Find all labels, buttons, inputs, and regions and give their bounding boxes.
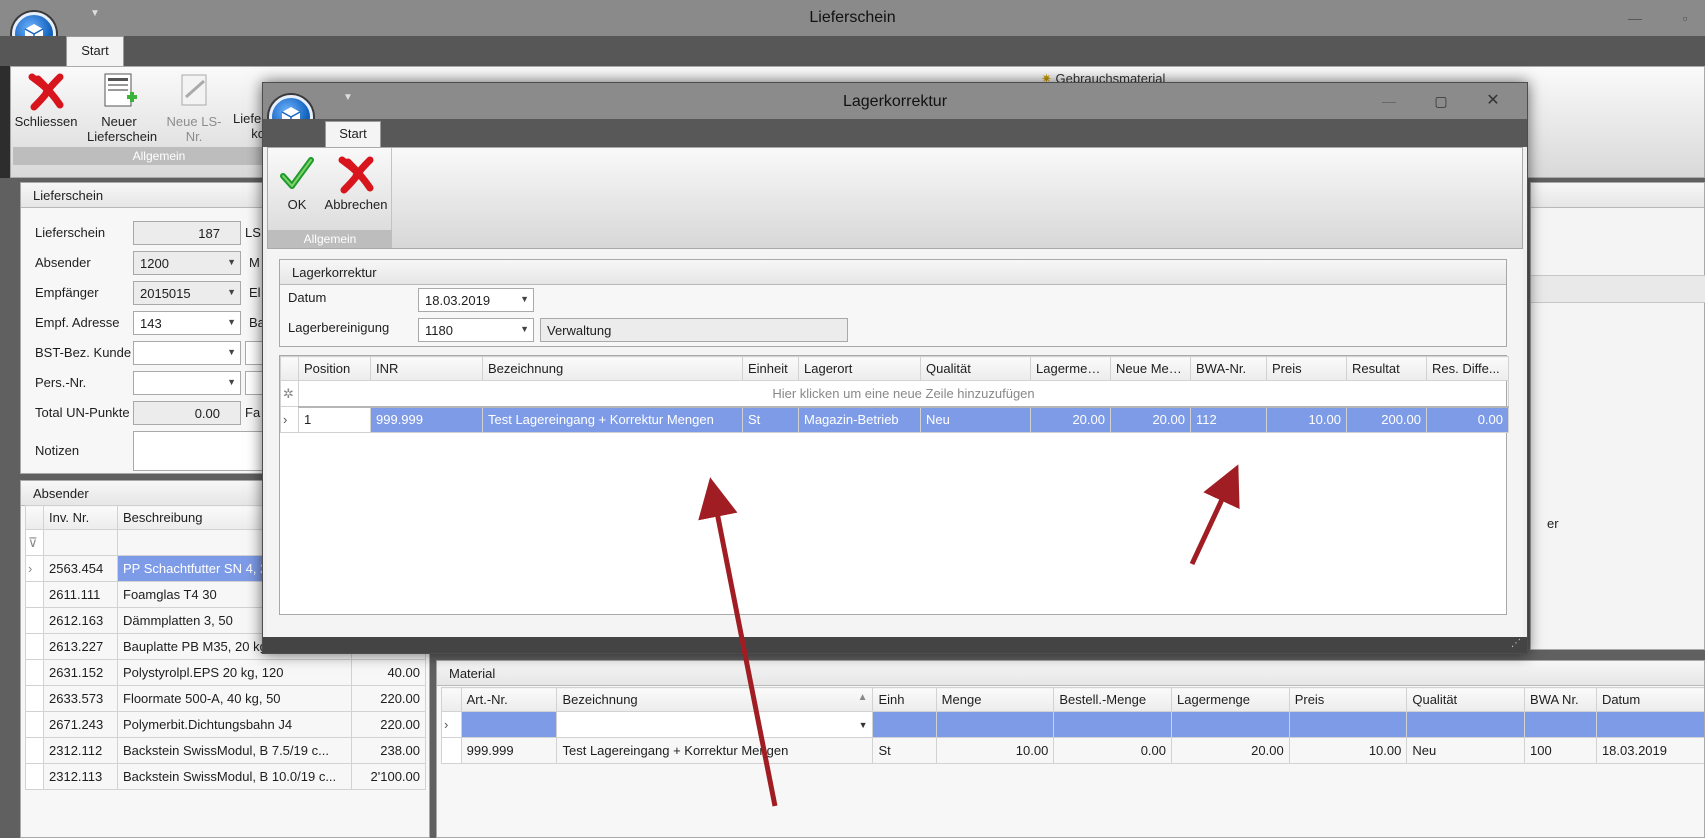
arrow-to-neue-menge xyxy=(1189,464,1240,566)
arrow-to-bezeichnung xyxy=(698,477,778,807)
annotation-arrows xyxy=(698,464,1240,807)
